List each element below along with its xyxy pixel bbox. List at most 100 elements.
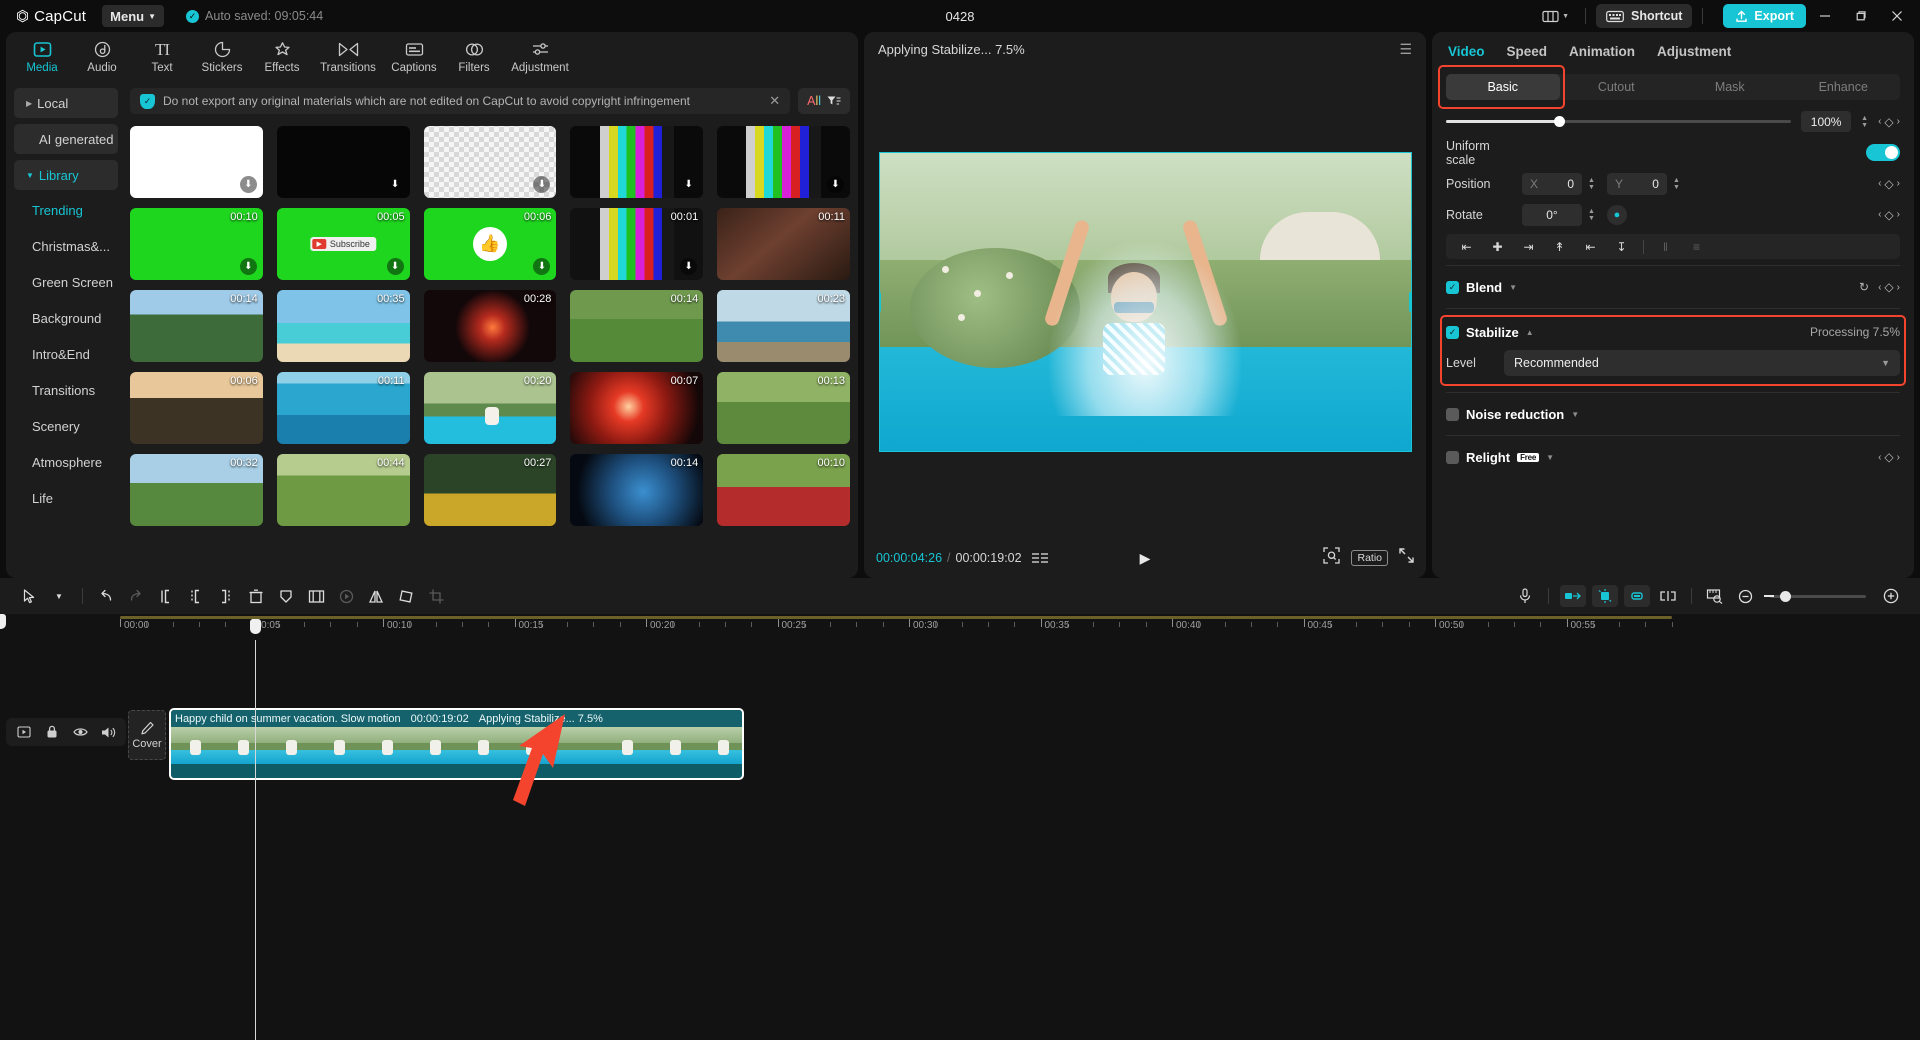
sidebar-item-intro-end[interactable]: Intro&End (14, 340, 118, 368)
sidebar-item-green-screen[interactable]: Green Screen (14, 268, 118, 296)
volume-icon[interactable] (96, 721, 120, 743)
frames-icon[interactable] (1032, 553, 1048, 564)
media-thumbnail[interactable]: ⬇ (570, 126, 703, 198)
media-thumbnail[interactable]: 00:28 (424, 290, 557, 362)
media-thumbnail[interactable]: 00:27 (424, 454, 557, 526)
rotate-stepper[interactable]: ▲▼ (1588, 208, 1595, 222)
close-icon[interactable]: ✕ (769, 93, 780, 109)
select-icon[interactable] (14, 583, 44, 609)
playhead-line[interactable] (255, 640, 256, 1040)
media-thumbnail[interactable]: 00:01⬇ (570, 208, 703, 280)
sidebar-item-background[interactable]: Background (14, 304, 118, 332)
download-icon[interactable]: ⬇ (387, 258, 404, 275)
scale-slider-knob[interactable] (1554, 116, 1565, 127)
sidebar-item-christmas[interactable]: Christmas&... (14, 232, 118, 260)
stabilize-level-select[interactable]: Recommended ▼ (1504, 350, 1900, 376)
media-thumbnail[interactable]: 00:11 (277, 372, 410, 444)
distribute-horizontal-icon[interactable]: ‖ (1651, 236, 1680, 257)
nav-tab-adjustment[interactable]: Adjustment (504, 34, 576, 80)
relight-keyframe-button[interactable]: ‹◇› (1878, 450, 1900, 464)
position-y-stepper[interactable]: ▲▼ (1673, 177, 1680, 191)
sidebar-item-local[interactable]: ▶Local (14, 88, 118, 118)
chevron-up-icon[interactable]: ▲ (1526, 328, 1534, 337)
video-canvas[interactable]: ↻ (879, 152, 1412, 452)
hamburger-icon[interactable]: ☰ (1399, 42, 1412, 56)
relight-checkbox[interactable] (1446, 451, 1459, 464)
media-thumbnail[interactable]: 00:13 (717, 372, 850, 444)
scale-stepper[interactable]: ▲▼ (1861, 115, 1868, 129)
auto-snap-left-icon[interactable] (1560, 585, 1586, 607)
sidebar-item-ai-generated[interactable]: AI generated (14, 124, 118, 154)
nav-tab-transitions[interactable]: Transitions (312, 34, 384, 80)
sidebar-item-transitions[interactable]: Transitions (14, 376, 118, 404)
ruler-icon[interactable] (1700, 583, 1730, 609)
chevron-down-icon[interactable]: ▼ (1546, 453, 1554, 462)
align-bottom-icon[interactable]: ↧ (1607, 236, 1636, 257)
align-center-horizontal-icon[interactable]: ✚ (1483, 236, 1512, 257)
chevron-down-icon[interactable]: ▼ (44, 583, 74, 609)
align-right-icon[interactable]: ⇥ (1514, 236, 1543, 257)
eye-icon[interactable] (68, 721, 92, 743)
mirror-icon[interactable] (361, 583, 391, 609)
uniform-scale-toggle[interactable] (1866, 144, 1900, 161)
blend-keyframe-button[interactable]: ‹◇› (1878, 280, 1900, 294)
media-thumbnail[interactable]: ⬇ (130, 126, 263, 198)
crop-icon[interactable] (421, 583, 451, 609)
ratio-button[interactable]: Ratio (1351, 550, 1388, 566)
cover-button[interactable]: Cover (128, 710, 166, 760)
media-thumbnail[interactable]: 00:06 (130, 372, 263, 444)
position-y-input[interactable]: Y 0 (1607, 173, 1667, 195)
media-thumbnail[interactable]: 00:10 (717, 454, 850, 526)
maximize-button[interactable] (1844, 1, 1878, 31)
download-icon[interactable]: ⬇ (827, 176, 844, 193)
filter-all-button[interactable]: All (798, 88, 850, 114)
media-thumbnail[interactable]: 00:23 (717, 290, 850, 362)
freeze-frame-icon[interactable] (301, 583, 331, 609)
redo-icon[interactable] (121, 583, 151, 609)
media-thumbnail[interactable]: ▶Subscribe00:05⬇ (277, 208, 410, 280)
download-icon[interactable]: ⬇ (533, 176, 550, 193)
lock-icon[interactable] (40, 721, 64, 743)
zoom-out-icon[interactable] (1730, 583, 1760, 609)
position-keyframe-button[interactable]: ‹◇› (1878, 177, 1900, 191)
sidebar-item-trending[interactable]: Trending (14, 196, 118, 224)
rotate-dial[interactable]: ● (1607, 205, 1627, 225)
scale-value-input[interactable]: 100% (1801, 111, 1851, 132)
trim-left-icon[interactable] (181, 583, 211, 609)
download-icon[interactable]: ⬇ (533, 258, 550, 275)
scale-keyframe-button[interactable]: ‹◇› (1878, 115, 1900, 129)
resize-handle-right[interactable] (1409, 292, 1412, 312)
media-thumbnail[interactable]: 00:14 (570, 454, 703, 526)
segment-basic[interactable]: Basic (1446, 74, 1560, 100)
fullscreen-icon[interactable] (1399, 548, 1414, 568)
rotate-input[interactable]: 0° (1522, 204, 1582, 226)
media-thumbnail[interactable]: ⬇ (424, 126, 557, 198)
mark-icon[interactable] (271, 583, 301, 609)
sidebar-item-library[interactable]: ▼Library (14, 160, 118, 190)
sidebar-item-scenery[interactable]: Scenery (14, 412, 118, 440)
rotate-keyframe-button[interactable]: ‹◇› (1878, 208, 1900, 222)
media-thumbnail[interactable]: 00:44 (277, 454, 410, 526)
media-thumbnail[interactable]: ⬇ (717, 126, 850, 198)
noise-reduction-checkbox[interactable] (1446, 408, 1459, 421)
tab-animation[interactable]: Animation (1569, 44, 1635, 59)
download-icon[interactable]: ⬇ (387, 176, 404, 193)
align-middle-vertical-icon[interactable]: ⇤ (1576, 236, 1605, 257)
download-icon[interactable]: ⬇ (240, 258, 257, 275)
timeline-zoom-slider[interactable] (1770, 595, 1866, 598)
media-thumbnail[interactable]: 00:14 (130, 290, 263, 362)
reverse-icon[interactable] (331, 583, 361, 609)
rotate-icon[interactable] (391, 583, 421, 609)
undo-icon[interactable] (91, 583, 121, 609)
tab-adjustment[interactable]: Adjustment (1657, 44, 1731, 59)
focus-icon[interactable] (1323, 547, 1340, 569)
auto-snap-right-icon[interactable] (1624, 585, 1650, 607)
scale-slider[interactable] (1446, 120, 1791, 123)
nav-tab-audio[interactable]: Audio (72, 34, 132, 80)
sidebar-item-life[interactable]: Life (14, 484, 118, 512)
nav-tab-media[interactable]: Media (12, 34, 72, 80)
distribute-vertical-icon[interactable]: ≡ (1682, 236, 1711, 257)
media-thumbnail[interactable]: 00:35 (277, 290, 410, 362)
chevron-down-icon[interactable]: ▼ (1571, 410, 1579, 419)
nav-tab-effects[interactable]: Effects (252, 34, 312, 80)
